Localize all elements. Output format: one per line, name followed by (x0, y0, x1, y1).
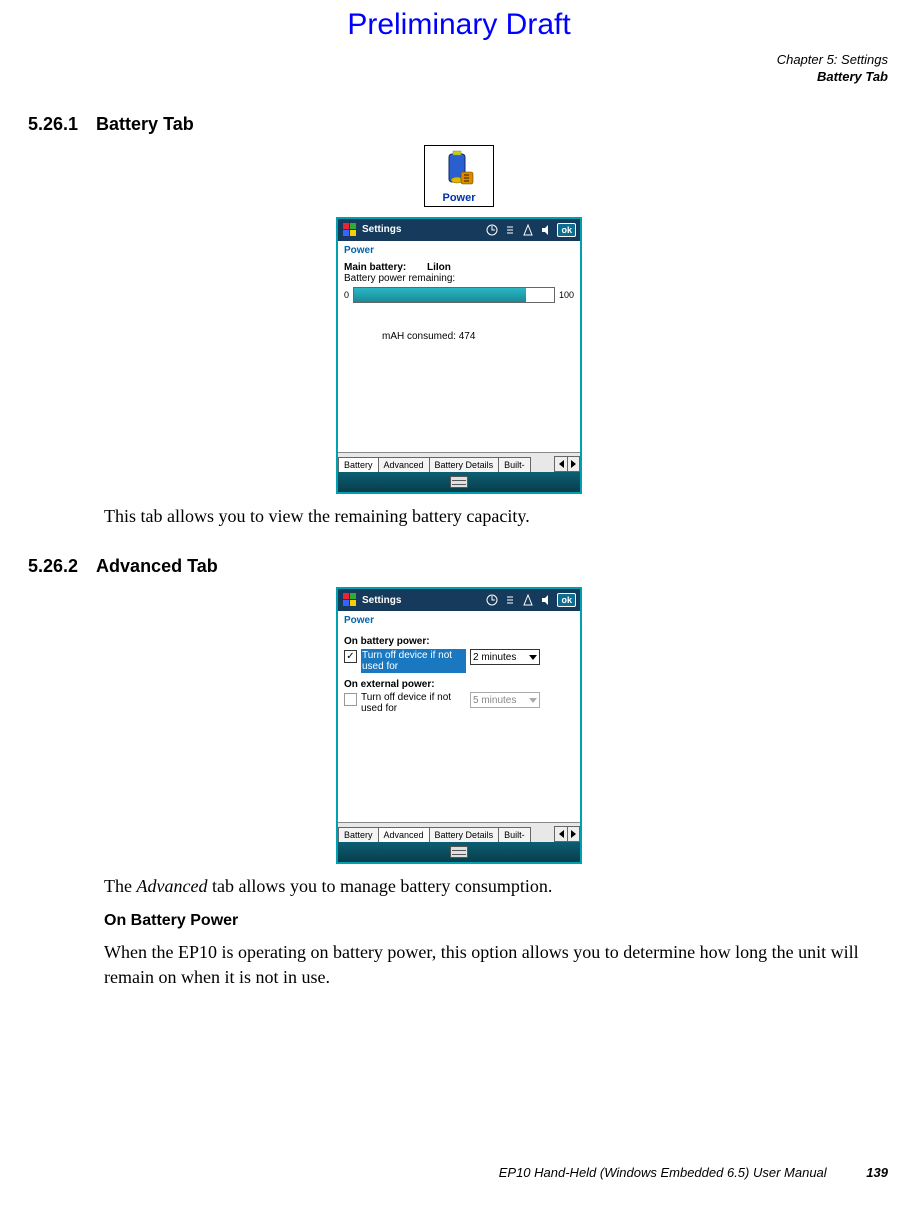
on-external-power-label: On external power: (344, 679, 574, 690)
on-battery-power-body: When the EP10 is operating on battery po… (104, 940, 880, 989)
chapter-section: Battery Tab (0, 69, 888, 86)
connectivity-icon[interactable] (485, 223, 499, 237)
section-title: Advanced Tab (96, 556, 218, 576)
screenshot-advanced-tab: Settings ok Power On battery power: ✓ Tu… (336, 587, 582, 864)
app-title-power: Power (338, 611, 580, 630)
mah-consumed: mAH consumed: 474 (382, 331, 574, 342)
page-footer: EP10 Hand-Held (Windows Embedded 6.5) Us… (499, 1165, 888, 1180)
tab-advanced[interactable]: Advanced (378, 457, 430, 472)
section-heading-battery-tab: 5.26.1 Battery Tab (28, 114, 890, 135)
on-battery-power-label: On battery power: (344, 636, 574, 647)
volume-icon[interactable] (539, 223, 553, 237)
screenshot-battery-tab: Settings ok Power Main battery: LiIon Ba… (336, 217, 582, 494)
sync-icon[interactable] (503, 593, 517, 607)
on-external-timeout-dropdown: 5 minutes (470, 692, 540, 708)
advanced-tab-description: The Advanced tab allows you to manage ba… (104, 874, 880, 898)
section-number: 5.26.1 (28, 114, 78, 134)
tabbar: Battery Advanced Battery Details Built- (338, 822, 580, 842)
progress-max: 100 (559, 290, 574, 300)
section-heading-advanced-tab: 5.26.2 Advanced Tab (28, 556, 890, 577)
signal-icon[interactable] (521, 593, 535, 607)
on-external-timeout-value: 5 minutes (473, 695, 516, 706)
chevron-down-icon (529, 655, 537, 660)
chapter-line: Chapter 5: Settings (0, 52, 888, 69)
titlebar: Settings ok (338, 219, 580, 241)
keyboard-icon[interactable] (450, 846, 468, 858)
volume-icon[interactable] (539, 593, 553, 607)
tab-scroll[interactable] (554, 456, 580, 472)
tab-advanced[interactable]: Advanced (378, 827, 430, 842)
tab-builtin[interactable]: Built- (498, 457, 531, 472)
on-battery-timeout-dropdown[interactable]: 2 minutes (470, 649, 540, 665)
tab-battery[interactable]: Battery (338, 827, 379, 842)
tab-scroll-left-icon[interactable] (555, 457, 567, 471)
chapter-header: Chapter 5: Settings Battery Tab (0, 52, 918, 86)
tab-scroll[interactable] (554, 826, 580, 842)
windows-start-icon[interactable] (342, 592, 358, 608)
on-battery-power-heading: On Battery Power (104, 912, 890, 930)
main-battery-value: LiIon (427, 262, 451, 273)
titlebar-title: Settings (362, 224, 401, 235)
sip-bar (338, 842, 580, 862)
titlebar: Settings ok (338, 589, 580, 611)
tabbar: Battery Advanced Battery Details Built- (338, 452, 580, 472)
app-title-power: Power (338, 241, 580, 260)
footer-manual-title: EP10 Hand-Held (Windows Embedded 6.5) Us… (499, 1165, 827, 1180)
chevron-down-icon (529, 698, 537, 703)
battery-icon (439, 150, 479, 190)
tab-builtin[interactable]: Built- (498, 827, 531, 842)
power-icon-label: Power (429, 192, 489, 204)
main-battery-label: Main battery: (344, 262, 406, 273)
draft-banner: Preliminary Draft (0, 0, 918, 48)
tab-battery-details[interactable]: Battery Details (429, 827, 500, 842)
ok-button[interactable]: ok (557, 593, 576, 607)
tab-scroll-left-icon[interactable] (555, 827, 567, 841)
tab-battery[interactable]: Battery (338, 457, 379, 472)
on-external-turnoff-text: Turn off device if not used for (361, 692, 466, 714)
signal-icon[interactable] (521, 223, 535, 237)
battery-remaining-label: Battery power remaining: (344, 273, 574, 284)
tab-scroll-right-icon[interactable] (567, 827, 579, 841)
tab-scroll-right-icon[interactable] (567, 457, 579, 471)
section-title: Battery Tab (96, 114, 194, 134)
connectivity-icon[interactable] (485, 593, 499, 607)
on-battery-timeout-value: 2 minutes (473, 652, 516, 663)
section-number: 5.26.2 (28, 556, 78, 576)
progress-min: 0 (344, 290, 349, 300)
battery-tab-description: This tab allows you to view the remainin… (104, 504, 880, 528)
power-icon: Power (424, 145, 494, 207)
titlebar-title: Settings (362, 595, 401, 606)
on-external-checkbox[interactable] (344, 693, 357, 706)
windows-start-icon[interactable] (342, 222, 358, 238)
battery-progress-bar (353, 287, 555, 303)
sync-icon[interactable] (503, 223, 517, 237)
on-battery-checkbox[interactable]: ✓ (344, 650, 357, 663)
footer-page-number: 139 (866, 1165, 888, 1180)
ok-button[interactable]: ok (557, 223, 576, 237)
keyboard-icon[interactable] (450, 476, 468, 488)
on-battery-turnoff-text: Turn off device if not used for (361, 649, 466, 673)
tab-battery-details[interactable]: Battery Details (429, 457, 500, 472)
sip-bar (338, 472, 580, 492)
